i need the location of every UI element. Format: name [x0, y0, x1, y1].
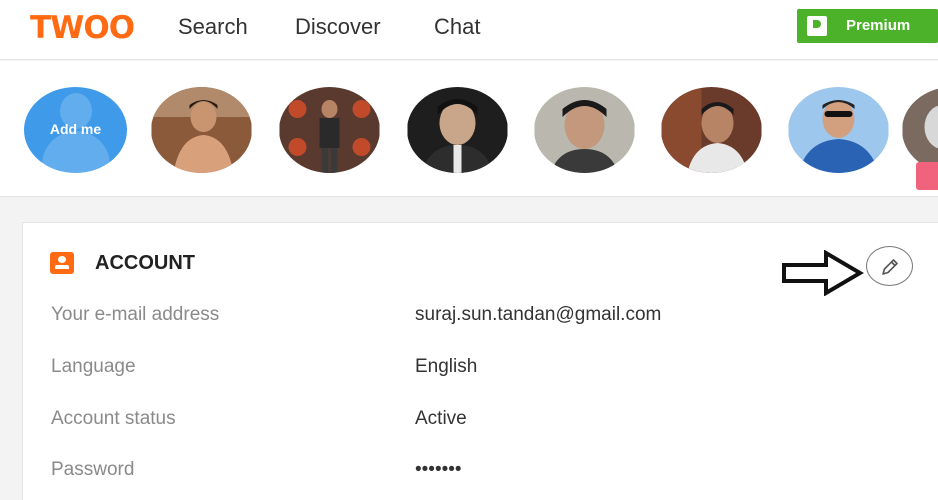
nav-discover[interactable]: Discover: [295, 14, 381, 40]
profile-avatar-6[interactable]: [788, 87, 889, 173]
premium-label: Premium: [846, 17, 911, 34]
badge-tag: [916, 162, 938, 190]
twoo-logo[interactable]: TWOO: [30, 10, 135, 46]
pencil-icon: [882, 259, 898, 275]
nav-search[interactable]: Search: [178, 14, 248, 40]
account-status-value: Active: [415, 408, 467, 429]
avatar-photo: [279, 87, 380, 173]
profile-avatar-1[interactable]: [151, 87, 252, 173]
avatar-photo: [534, 87, 635, 173]
profile-avatar-3[interactable]: [407, 87, 508, 173]
account-title: ACCOUNT: [95, 252, 195, 274]
email-label: Your e-mail address: [51, 304, 220, 325]
premium-icon: [807, 16, 827, 36]
premium-button[interactable]: Premium: [797, 9, 938, 43]
avatar-photo: [661, 87, 762, 173]
arrow-right-icon: [782, 250, 864, 296]
person-silhouette-body: [42, 131, 110, 173]
edit-account-button[interactable]: [866, 246, 913, 286]
avatar-photo: [788, 87, 889, 173]
profile-avatar-2[interactable]: [279, 87, 380, 173]
profile-avatar-7[interactable]: [902, 87, 938, 173]
avatar-photo: [151, 87, 252, 173]
password-label: Password: [51, 459, 135, 480]
avatar-photo: [902, 87, 938, 173]
account-status-label: Account status: [51, 408, 176, 429]
add-me-label: Add me: [49, 121, 102, 137]
profile-avatar-5[interactable]: [661, 87, 762, 173]
profile-strip: Add me: [0, 61, 938, 197]
password-value: •••••••: [415, 459, 462, 480]
language-label: Language: [51, 356, 136, 377]
profile-avatar-4[interactable]: [534, 87, 635, 173]
account-icon: [50, 252, 74, 274]
avatar-photo: [407, 87, 508, 173]
nav-chat[interactable]: Chat: [434, 14, 480, 40]
add-me-button[interactable]: Add me: [24, 87, 127, 173]
email-value: suraj.sun.tandan@gmail.com: [415, 304, 662, 325]
top-nav-bar: TWOO Search Discover Chat Premium: [0, 0, 938, 60]
language-value: English: [415, 356, 478, 377]
